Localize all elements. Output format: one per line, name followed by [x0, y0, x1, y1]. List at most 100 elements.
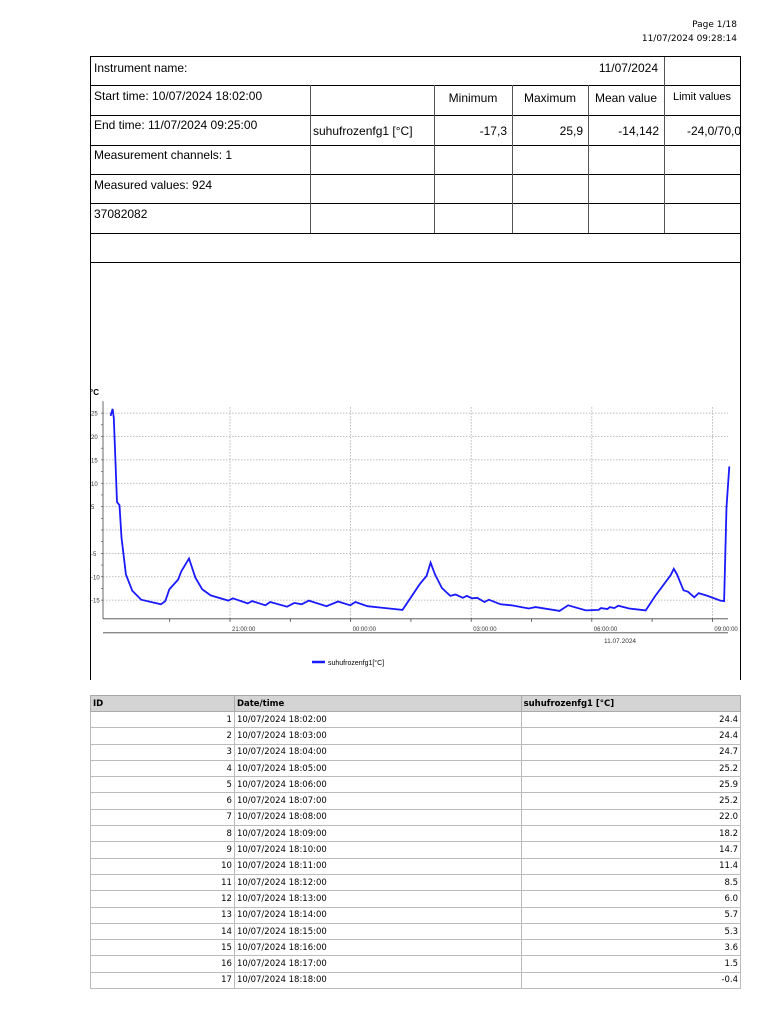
column-header: suhufrozenfg1 [°C]: [520, 695, 742, 712]
table-row: 16 10/07/2024 18:17:00 1.5: [90, 955, 742, 973]
row-value: 24.4: [520, 710, 742, 729]
column-header: ID: [90, 695, 235, 712]
row-value: 6.0: [520, 890, 742, 908]
y-tick-label: -10: [91, 575, 100, 581]
y-tick-label: -15: [91, 599, 100, 605]
table-row: 12 10/07/2024 18:13:00 6.0: [90, 890, 742, 908]
report-date: 11/07/2024: [598, 61, 658, 75]
print-timestamp: 11/07/2024 09:28:14: [641, 34, 737, 44]
x-tick-label: 21:00:00: [232, 627, 256, 633]
temperature-chart: °C 25 20 15 10 5 -5 -10 -15 21:00:00 00:00:00 03:0…: [90, 388, 738, 667]
table-row: 10 10/07/2024 18:11:00 11.4: [90, 857, 742, 875]
row-datetime: 10/07/2024 18:09:00: [233, 825, 522, 843]
table-row: 7 10/07/2024 18:08:00 22.0: [90, 808, 742, 827]
row-id: 1: [90, 710, 235, 729]
row-id: 8: [90, 825, 235, 843]
col-limits: Limit values: [672, 91, 732, 103]
row-datetime: 10/07/2024 18:07:00: [233, 792, 522, 810]
table-row: 17 10/07/2024 18:18:00 -0.4: [90, 971, 742, 990]
x-tick-label: 00:00:00: [353, 627, 377, 633]
row-id: 11: [90, 873, 235, 892]
date-axis-label: 11.07.2024: [604, 638, 636, 645]
measurement-channels: Measurement channels: 1: [94, 148, 233, 162]
row-value: 11.4: [520, 857, 742, 875]
row-datetime: 10/07/2024 18:12:00: [233, 873, 522, 892]
row-value: 14.7: [520, 841, 742, 859]
table-row: 9 10/07/2024 18:10:00 14.7: [90, 841, 742, 859]
end-time: End time: 11/07/2024 09:25:00: [94, 118, 258, 132]
x-tick-label: 03:00:00: [473, 627, 497, 633]
table-row: 15 10/07/2024 18:16:00 3.6: [90, 939, 742, 957]
row-id: 15: [90, 939, 235, 957]
row-id: 7: [90, 808, 235, 827]
row-value: 22.0: [520, 808, 742, 827]
col-maximum: Maximum: [523, 91, 576, 105]
column-header: Date/time: [233, 695, 522, 712]
row-id: 17: [90, 971, 235, 990]
row-id: 5: [90, 776, 235, 794]
row-datetime: 10/07/2024 18:10:00: [233, 841, 522, 859]
measured-values: Measured values: 924: [94, 178, 213, 192]
row-datetime: 10/07/2024 18:08:00: [233, 808, 522, 827]
row-value: 18.2: [520, 825, 742, 843]
channel-limits: -24,0/70,0: [686, 124, 741, 138]
row-value: 5.7: [520, 906, 742, 924]
row-value: 24.4: [520, 727, 742, 745]
row-datetime: 10/07/2024 18:02:00: [233, 710, 522, 729]
row-datetime: 10/07/2024 18:16:00: [233, 939, 522, 957]
series-line: [109, 408, 731, 612]
row-datetime: 10/07/2024 18:18:00: [233, 971, 522, 990]
table-row: 2 10/07/2024 18:03:00 24.4: [90, 727, 742, 745]
row-id: 6: [90, 792, 235, 810]
row-datetime: 10/07/2024 18:05:00: [233, 759, 522, 778]
y-tick-label: 20: [91, 435, 98, 441]
table-row: 6 10/07/2024 18:07:00 25.2: [90, 792, 742, 810]
channel-min: -17,3: [479, 124, 507, 138]
x-tick-label: 06:00:00: [594, 627, 618, 633]
channel-name: suhufrozenfg1 [°C]: [313, 124, 413, 138]
row-datetime: 10/07/2024 18:15:00: [233, 922, 522, 941]
row-value: -0.4: [520, 971, 742, 990]
start-time: Start time: 10/07/2024 18:02:00: [94, 89, 263, 103]
col-minimum: Minimum: [448, 91, 498, 105]
row-datetime: 10/07/2024 18:06:00: [233, 776, 522, 794]
row-value: 25.2: [520, 759, 742, 778]
row-datetime: 10/07/2024 18:13:00: [233, 890, 522, 908]
y-tick-label: 25: [91, 412, 98, 418]
row-id: 9: [90, 841, 235, 859]
y-tick-label: 10: [91, 482, 98, 488]
row-value: 8.5: [520, 873, 742, 892]
y-tick-label: 15: [91, 458, 98, 464]
x-tick-label: 09:00:00: [714, 627, 738, 633]
row-id: 2: [90, 727, 235, 745]
col-mean: Mean value: [594, 91, 658, 105]
table-row: 5 10/07/2024 18:06:00 25.9: [90, 776, 742, 794]
page-number: Page 1/18: [692, 20, 737, 30]
row-datetime: 10/07/2024 18:03:00: [233, 727, 522, 745]
table-row: 8 10/07/2024 18:09:00 18.2: [90, 825, 742, 843]
row-value: 24.7: [520, 743, 742, 761]
table-row: 1 10/07/2024 18:02:00 24.4: [90, 710, 742, 729]
row-id: 13: [90, 906, 235, 924]
row-id: 14: [90, 922, 235, 941]
table-row: 14 10/07/2024 18:15:00 5.3: [90, 922, 742, 941]
row-datetime: 10/07/2024 18:11:00: [233, 857, 522, 875]
table-row: 11 10/07/2024 18:12:00 8.5: [90, 873, 742, 892]
summary-table: Instrument name: 11/07/2024 Start time: …: [90, 56, 741, 263]
row-datetime: 10/07/2024 18:04:00: [233, 743, 522, 761]
serial-number: 37082082: [94, 207, 148, 221]
row-id: 10: [90, 857, 235, 875]
row-value: 25.9: [520, 776, 742, 794]
row-value: 5.3: [520, 922, 742, 941]
channel-mean: -14,142: [618, 124, 659, 138]
table-row: 4 10/07/2024 18:05:00 25.2: [90, 759, 742, 778]
instrument-name-label: Instrument name:: [94, 61, 188, 75]
y-axis-label: °C: [90, 388, 99, 397]
row-value: 25.2: [520, 792, 742, 810]
row-id: 3: [90, 743, 235, 761]
row-datetime: 10/07/2024 18:17:00: [233, 955, 522, 973]
legend-label: suhufrozenfg1[°C]: [328, 659, 384, 667]
y-tick-label: -5: [91, 552, 97, 558]
channel-max: 25,9: [559, 124, 583, 138]
row-id: 16: [90, 955, 235, 973]
